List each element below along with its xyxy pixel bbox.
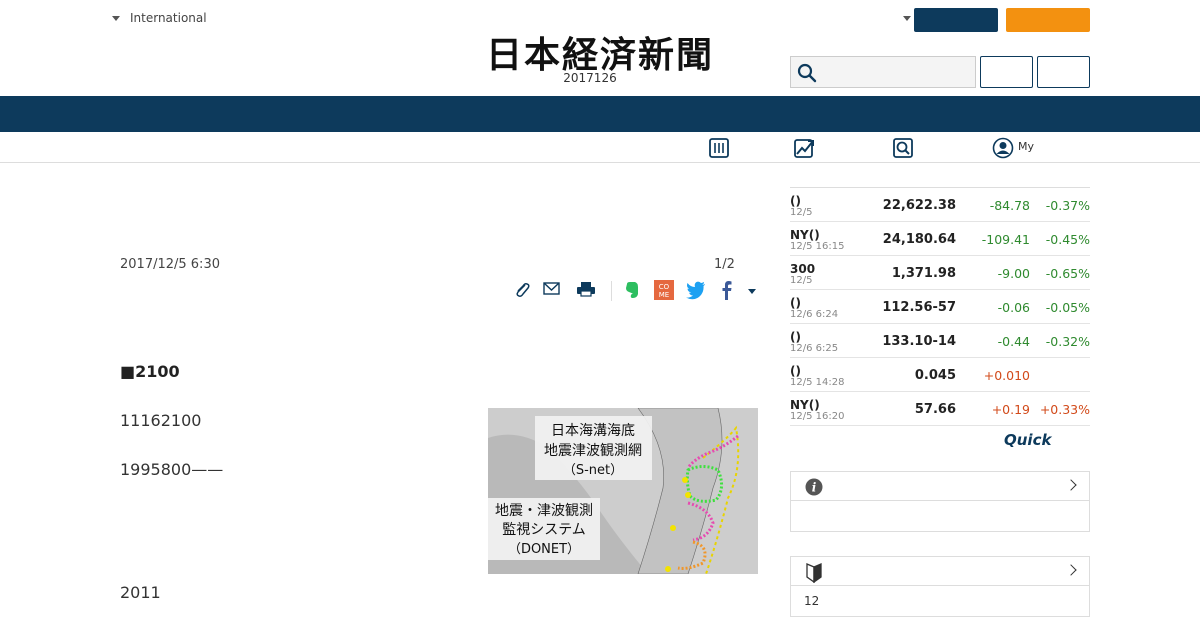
search-magnifier-icon[interactable] (892, 137, 914, 159)
beginner-panel-body: 12 (804, 594, 820, 608)
search-icon (797, 63, 817, 83)
market-change: -0.44 (997, 334, 1030, 349)
market-value: 22,622.38 (882, 198, 956, 213)
market-percent: -0.05% (1045, 300, 1090, 315)
market-time: 12/6 6:25 (790, 343, 839, 354)
market-percent: -0.37% (1045, 198, 1090, 213)
region-label: International (130, 11, 207, 25)
chevron-right-icon (1065, 564, 1077, 576)
article-paragraph: 2011 (120, 583, 161, 602)
clip-icon[interactable] (511, 280, 533, 300)
market-value: 0.045 (914, 368, 956, 383)
caret-down-icon (112, 15, 120, 21)
market-percent: -0.45% (1045, 232, 1090, 247)
market-row[interactable]: 300 12/5 1,371.98 -9.00 -0.65% (790, 256, 1090, 290)
market-time: 12/5 (790, 207, 813, 218)
svg-text:CO: CO (659, 283, 670, 291)
site-header: International 日本経済新聞 2017126 (0, 0, 1200, 96)
market-row[interactable]: NY() 12/5 16:20 57.66 +0.19 +0.33% (790, 392, 1090, 426)
market-time: 12/6 6:24 (790, 309, 839, 320)
market-name: () (790, 296, 801, 310)
market-name: () (790, 194, 801, 208)
beginner-panel: 12 (790, 556, 1090, 617)
market-time: 12/5 14:28 (790, 377, 845, 388)
market-time: 12/5 (790, 275, 813, 286)
figure-sub-line: （DONET） (508, 542, 580, 557)
figure-title-line: （S-net） (563, 463, 623, 478)
market-row[interactable]: NY() 12/5 16:15 24,180.64 -109.41 -0.45% (790, 222, 1090, 256)
beginner-mark-icon (806, 563, 822, 583)
header-button-1[interactable] (980, 56, 1033, 88)
market-name: 300 (790, 262, 816, 276)
market-row[interactable]: () 12/5 22,622.38 -84.78 -0.37% (790, 188, 1090, 222)
article-paragraph: 1995800—— (120, 460, 224, 479)
market-name: () (790, 330, 801, 344)
region-selector[interactable]: International (112, 11, 207, 25)
market-change: -84.78 (989, 198, 1030, 213)
share-divider (611, 281, 612, 301)
market-change: -109.41 (981, 232, 1030, 247)
figure-title-line: 地震津波観測網 (544, 442, 642, 459)
comment-icon[interactable]: CO ME (653, 280, 675, 300)
beginner-panel-header[interactable] (791, 557, 1089, 586)
figure-title-line: 日本海溝海底 (551, 423, 635, 439)
chart-icon[interactable] (793, 137, 815, 159)
info-icon: i (805, 478, 823, 496)
market-percent: -0.32% (1045, 334, 1090, 349)
account-caret-icon[interactable] (903, 16, 911, 21)
market-value: 1,371.98 (891, 266, 956, 281)
login-button[interactable] (914, 8, 998, 32)
chevron-right-icon (1065, 479, 1077, 491)
article-paragraph: 11162100 (120, 411, 202, 430)
info-panel-header[interactable]: i (791, 472, 1089, 501)
svg-text:i: i (812, 481, 817, 495)
market-value: 24,180.64 (882, 232, 956, 247)
quick-provider-logo[interactable]: Quick (1004, 431, 1051, 449)
evernote-icon[interactable] (621, 280, 643, 300)
article-date: 2017/12/5 6:30 (120, 257, 220, 272)
market-name: NY() (790, 398, 820, 412)
article-subheading: ■2100 (120, 362, 180, 381)
market-percent: -0.65% (1045, 266, 1090, 281)
print-icon[interactable] (575, 280, 597, 300)
twitter-icon[interactable] (685, 280, 707, 300)
market-change: +0.010 (983, 368, 1030, 383)
figure-sub-line: 地震・津波観測 (495, 502, 593, 519)
market-change: -0.06 (997, 300, 1030, 315)
info-panel: i (790, 471, 1090, 532)
market-percent: +0.33% (1039, 402, 1090, 417)
market-row[interactable]: () 12/6 6:24 112.56-57 -0.06 -0.05% (790, 290, 1090, 324)
article-figure-map[interactable]: 日本海溝海底 地震津波観測網 （S-net） 地震・津波観測 監視システム （D… (488, 408, 758, 574)
mail-icon[interactable] (541, 280, 563, 300)
market-change: -9.00 (997, 266, 1030, 281)
sub-nav: My (0, 132, 1200, 163)
market-time: 12/5 16:15 (790, 241, 845, 252)
market-time: 12/5 16:20 (790, 411, 845, 422)
market-value: 112.56-57 (882, 300, 956, 315)
share-more-caret-icon[interactable] (748, 289, 756, 294)
svg-text:ME: ME (659, 291, 669, 299)
header-date: 2017126 (563, 71, 617, 85)
market-row[interactable]: () 12/5 14:28 0.045 +0.010 (790, 358, 1090, 392)
market-name: () (790, 364, 801, 378)
market-row[interactable]: () 12/6 6:25 133.10-14 -0.44 -0.32% (790, 324, 1090, 358)
user-icon[interactable] (992, 137, 1014, 159)
newspaper-icon[interactable] (708, 137, 730, 159)
market-name: NY() (790, 228, 820, 242)
facebook-icon[interactable] (716, 280, 738, 300)
page-counter: 1/2 (714, 257, 735, 272)
market-data-table: () 12/5 22,622.38 -84.78 -0.37% NY() 12/… (790, 187, 1090, 426)
market-value: 133.10-14 (882, 334, 956, 349)
figure-sub-line: 監視システム (502, 521, 586, 538)
market-change: +0.19 (991, 402, 1030, 417)
search-input[interactable] (790, 56, 976, 88)
info-panel-body (791, 501, 1089, 531)
my-page-label[interactable]: My (1018, 140, 1034, 153)
subscribe-button[interactable] (1006, 8, 1090, 32)
main-nav-bar (0, 96, 1200, 132)
header-button-2[interactable] (1037, 56, 1090, 88)
market-value: 57.66 (914, 402, 956, 417)
